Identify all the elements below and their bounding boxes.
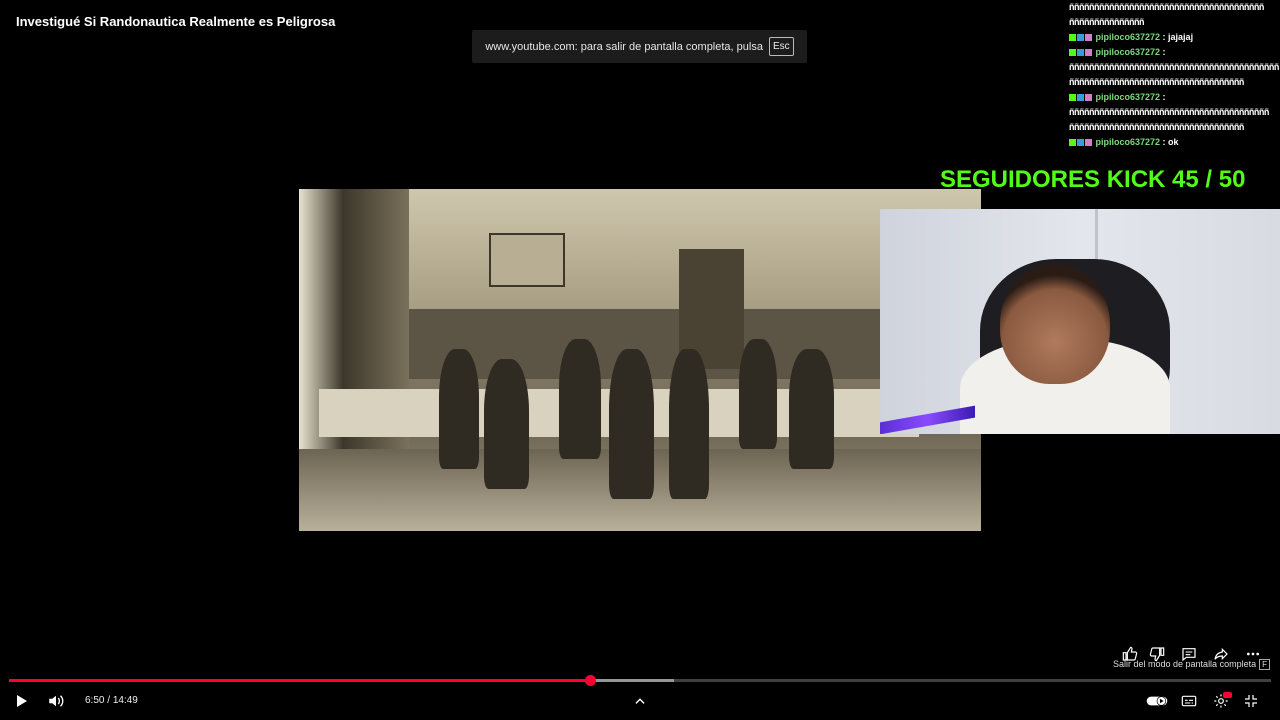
- chat-text: ññññññññññññññññññññññññññññññññññññññññ: [1069, 107, 1269, 117]
- chat-separator: :: [1160, 47, 1166, 57]
- play-button[interactable]: [10, 690, 32, 712]
- chat-message: pipiloco637272 :: [1066, 90, 1280, 105]
- time-separator: /: [104, 695, 113, 706]
- exit-fullscreen-tooltip-text: Salir del modo de pantalla completa: [1113, 659, 1257, 669]
- chat-text: ññññññññññññññññññññññññññññññññññññññññ…: [1069, 62, 1279, 72]
- exit-fullscreen-tooltip: Salir del modo de pantalla completa F: [1113, 659, 1270, 670]
- exit-fullscreen-key: F: [1259, 659, 1270, 670]
- chat-username: pipiloco637272: [1095, 47, 1161, 57]
- streamer-webcam: [880, 209, 1280, 434]
- kick-badge-icon: [1069, 139, 1076, 147]
- webcam-person-head: [1000, 264, 1110, 384]
- chat-username: pipiloco637272: [1095, 137, 1161, 147]
- chat-message: pipiloco637272 : ok: [1066, 135, 1280, 150]
- current-time: 6:50: [85, 695, 105, 706]
- chat-separator: :: [1160, 32, 1169, 42]
- captions-button[interactable]: [1178, 690, 1200, 712]
- volume-button[interactable]: [45, 690, 67, 712]
- photo-child: [439, 349, 479, 469]
- chat-text: ñññññññññññññññññññññññññññññññññññ: [1069, 77, 1244, 87]
- fullscreen-notice-text: www.youtube.com: para salir de pantalla …: [485, 40, 763, 53]
- video-title[interactable]: Investigué Si Randonautica Realmente es …: [16, 14, 335, 29]
- sub-badge-icon: [1077, 139, 1084, 147]
- chat-overlay: ñññññññññññññññññññññññññññññññññññññññ …: [1066, 0, 1280, 150]
- time-display: 6:50 / 14:49: [85, 695, 138, 706]
- photo-wall-picture: [489, 233, 565, 287]
- esc-key-badge: Esc: [768, 37, 794, 56]
- autoplay-toggle[interactable]: [1145, 690, 1169, 712]
- chat-separator: :: [1160, 137, 1169, 147]
- hd-badge: [1223, 692, 1232, 698]
- photo-child: [609, 349, 654, 499]
- chat-message: pipiloco637272 :: [1066, 45, 1280, 60]
- emote-badge-icon: [1085, 139, 1092, 147]
- followers-goal-banner: SEGUIDORES KICK 45 / 50: [940, 166, 1246, 193]
- chat-username: pipiloco637272: [1095, 32, 1161, 42]
- photo-child: [559, 339, 601, 459]
- exit-fullscreen-icon: [1245, 695, 1257, 707]
- duration: 14:49: [112, 695, 138, 706]
- sub-badge-icon: [1077, 49, 1084, 57]
- video-frame-photo[interactable]: [299, 189, 981, 531]
- chat-separator: :: [1160, 92, 1166, 102]
- chat-message: pipiloco637272 : jajajaj: [1066, 30, 1280, 45]
- emote-badge-icon: [1085, 49, 1092, 57]
- emote-badge-icon: [1085, 94, 1092, 102]
- progress-scrubber[interactable]: [585, 675, 597, 686]
- photo-child: [669, 349, 709, 499]
- chat-text: ñññññññññññññññññññññññññññññññññññññññ: [1069, 2, 1264, 12]
- kick-badge-icon: [1069, 49, 1076, 57]
- kick-badge-icon: [1069, 34, 1076, 42]
- progress-played: [9, 679, 591, 682]
- fullscreen-notice: www.youtube.com: para salir de pantalla …: [472, 30, 807, 63]
- chat-text: ñññññññññññññññ: [1069, 17, 1144, 27]
- chat-message-text: jajajaj: [1168, 32, 1194, 42]
- chat-text: ñññññññññññññññññññññññññññññññññññ: [1069, 122, 1244, 132]
- photo-child: [789, 349, 834, 469]
- captions-icon: [1181, 695, 1197, 707]
- chat-username: pipiloco637272: [1095, 92, 1161, 102]
- photo-child: [484, 359, 529, 489]
- sub-badge-icon: [1077, 94, 1084, 102]
- play-icon: [17, 695, 27, 707]
- exit-fullscreen-button[interactable]: [1240, 690, 1262, 712]
- photo-child: [739, 339, 777, 449]
- emote-badge-icon: [1085, 34, 1092, 42]
- sub-badge-icon: [1077, 34, 1084, 42]
- volume-icon: [49, 695, 64, 707]
- autoplay-toggle-icon: [1146, 696, 1168, 706]
- chevron-up-icon: [635, 698, 645, 704]
- expand-more-button[interactable]: [629, 690, 651, 712]
- chat-message-text: ok: [1168, 137, 1179, 147]
- settings-button[interactable]: [1210, 690, 1232, 712]
- kick-badge-icon: [1069, 94, 1076, 102]
